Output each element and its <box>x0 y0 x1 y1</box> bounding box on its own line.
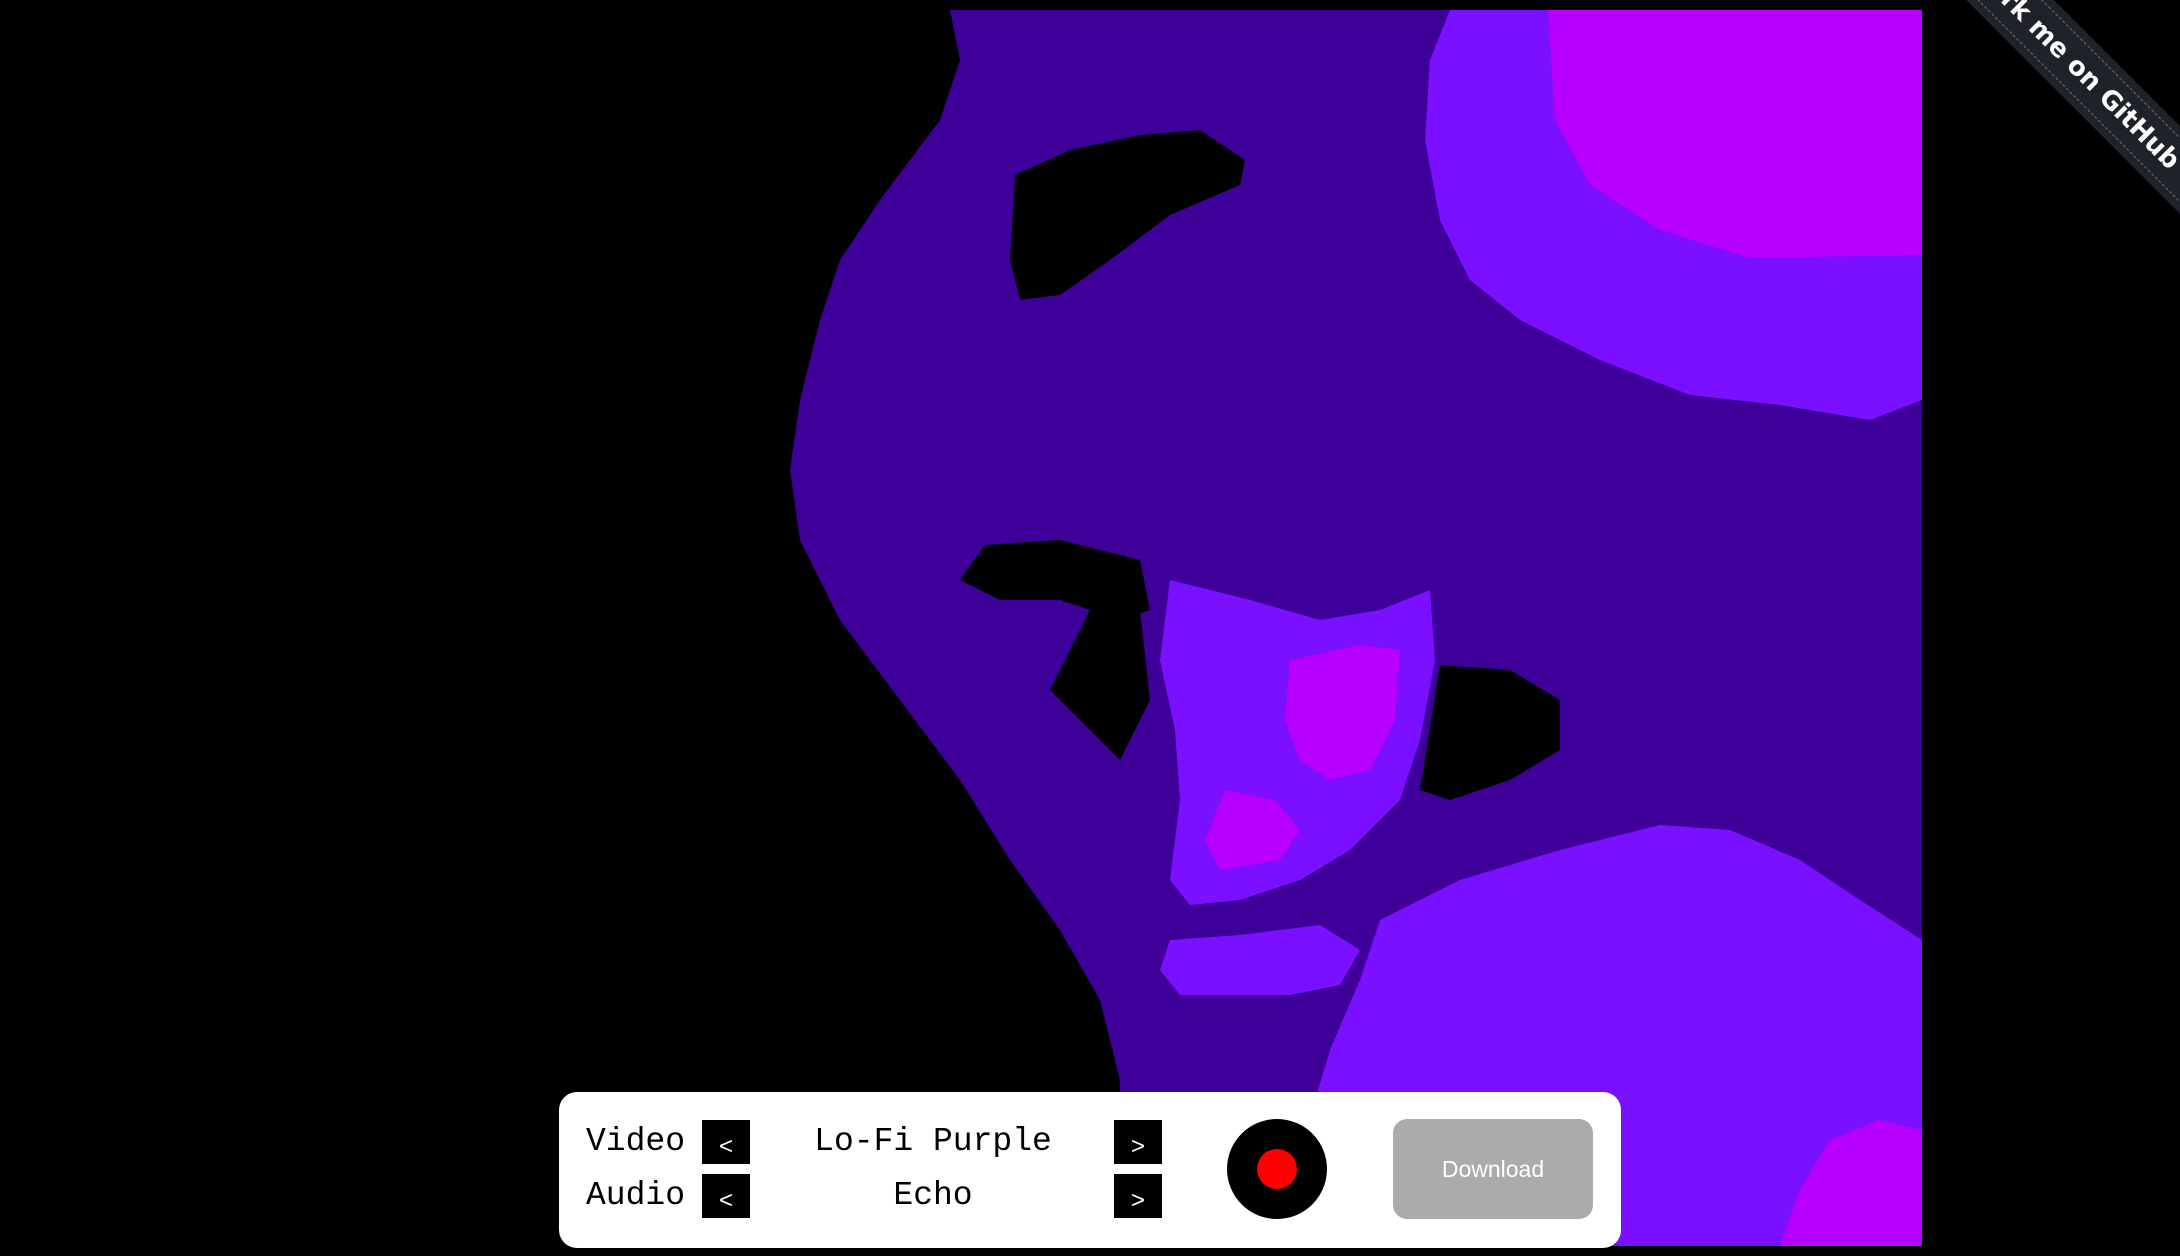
record-button[interactable] <box>1227 1119 1327 1219</box>
video-prev-button[interactable]: < <box>702 1120 750 1164</box>
video-feed <box>0 0 2180 1256</box>
download-button[interactable]: Download <box>1393 1119 1593 1219</box>
video-effect-name: Lo-Fi Purple <box>814 1123 1052 1160</box>
audio-prev-button[interactable]: < <box>702 1174 750 1218</box>
video-row-label: Video <box>586 1123 686 1160</box>
audio-row-label: Audio <box>586 1177 686 1214</box>
audio-effect-name: Echo <box>893 1177 973 1214</box>
control-panel: Video < Lo-Fi Purple > Audio < Echo > Do… <box>559 1092 1621 1248</box>
audio-next-button[interactable]: > <box>1114 1174 1162 1218</box>
video-next-button[interactable]: > <box>1114 1120 1162 1164</box>
record-icon <box>1257 1149 1297 1189</box>
app-stage: Video < Lo-Fi Purple > Audio < Echo > Do… <box>0 0 2180 1256</box>
